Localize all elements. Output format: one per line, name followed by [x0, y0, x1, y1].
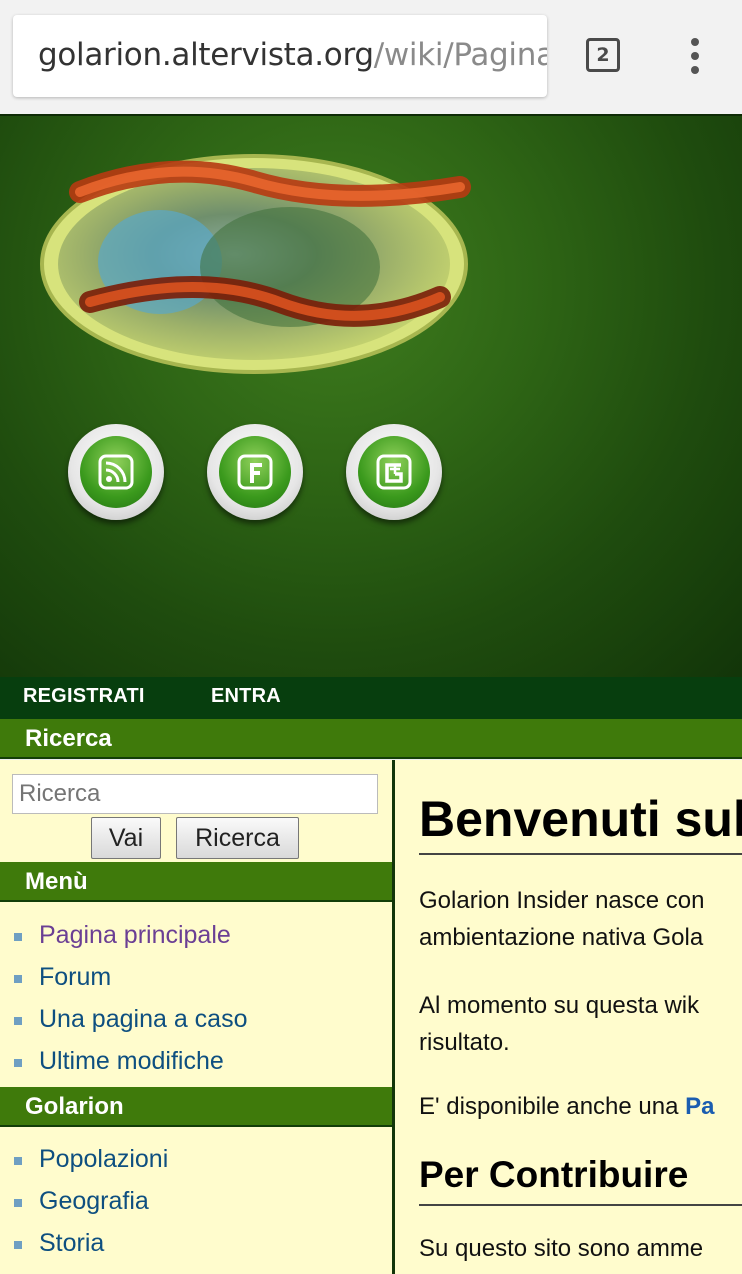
rss-feed-button[interactable] [68, 424, 164, 520]
golarion-list: Popolazioni Geografia Storia [0, 1138, 392, 1264]
intro-paragraph: Golarion Insider nasce con ambientazione… [419, 882, 705, 956]
url-host: golarion.altervista.org [38, 37, 374, 73]
nav-item-geography[interactable]: Geografia [0, 1180, 392, 1222]
status-paragraph: Al momento su questa wik risultato. [419, 987, 699, 1061]
go-button[interactable]: Vai [91, 817, 161, 859]
user-links-bar: REGISTRATI ENTRA [0, 677, 742, 719]
golarion-insider-logo[interactable] [20, 152, 490, 376]
nav-item-recent-changes[interactable]: Ultime modifiche [0, 1040, 392, 1082]
site-header-banner [0, 114, 742, 679]
main-content: Benvenuti sul Golarion Insider nasce con… [395, 760, 742, 1274]
menu-list: Pagina principale Forum Una pagina a cas… [0, 914, 392, 1082]
browser-toolbar: golarion.altervista.org/wiki/Pagina_ 2 [0, 0, 742, 114]
rss-icon [80, 436, 152, 508]
login-link[interactable]: ENTRA [211, 685, 281, 708]
register-link[interactable]: REGISTRATI [23, 685, 145, 708]
contribute-underline [419, 1204, 742, 1206]
nav-item-main-page[interactable]: Pagina principale [0, 914, 392, 956]
facebook-icon [219, 436, 291, 508]
url-text[interactable]: golarion.altervista.org/wiki/Pagina_ [38, 37, 547, 73]
nav-item-forum[interactable]: Forum [0, 956, 392, 998]
tab-switcher-button[interactable]: 2 [586, 38, 620, 72]
title-underline [419, 853, 742, 855]
intro-line-1: Golarion Insider nasce con [419, 887, 705, 914]
status-line-2: risultato. [419, 1029, 510, 1056]
availability-paragraph: E' disponibile anche una Pa [419, 1088, 714, 1125]
url-path: /wiki/Pagina_ [373, 37, 547, 73]
search-portlet-title: Ricerca [0, 719, 742, 759]
more-options-icon[interactable] [686, 38, 704, 78]
nav-item-populations[interactable]: Popolazioni [0, 1138, 392, 1180]
nav-item-history[interactable]: Storia [0, 1222, 392, 1264]
page-title: Benvenuti sul [419, 791, 742, 847]
availability-link[interactable]: Pa [685, 1093, 714, 1120]
menu-portlet-title: Menù [0, 862, 392, 902]
availability-text: E' disponibile anche una [419, 1093, 686, 1120]
search-button[interactable]: Ricerca [176, 817, 299, 859]
google-plus-button[interactable] [346, 424, 442, 520]
golarion-portlet-title: Golarion [0, 1087, 392, 1127]
status-line-1: Al momento su questa wik [419, 992, 700, 1019]
nav-item-random-page[interactable]: Una pagina a caso [0, 998, 392, 1040]
search-input[interactable] [12, 774, 378, 814]
intro-line-2: ambientazione nativa Gola [419, 924, 704, 951]
address-bar[interactable]: golarion.altervista.org/wiki/Pagina_ [13, 15, 547, 97]
google-plus-icon [358, 436, 430, 508]
contribute-paragraph: Su questo sito sono amme [419, 1235, 704, 1262]
facebook-button[interactable] [207, 424, 303, 520]
contribute-heading: Per Contribuire [419, 1154, 689, 1195]
